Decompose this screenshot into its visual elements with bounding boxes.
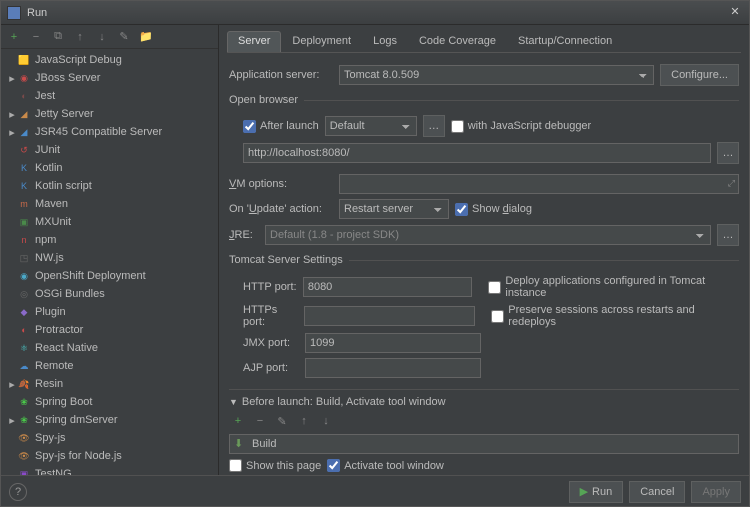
expand-icon[interactable]: ⤢	[728, 178, 735, 189]
tomcat-settings-legend: Tomcat Server Settings	[229, 254, 349, 266]
http-port-label: HTTP port:	[229, 281, 297, 293]
bl-down-button[interactable]: ↓	[317, 412, 335, 430]
copy-button[interactable]: ⧉	[49, 28, 67, 46]
window-title: Run	[27, 7, 727, 19]
sidebar: + − ⧉ ↑ ↓ ✎ 📁 🟨JavaScript Debug▸◉JBoss S…	[1, 25, 219, 475]
tree-node[interactable]: ↺JUnit	[1, 141, 218, 159]
tabs: ServerDeploymentLogsCode CoverageStartup…	[227, 31, 741, 53]
after-launch-check[interactable]: After launch	[243, 120, 319, 133]
main-panel: ServerDeploymentLogsCode CoverageStartup…	[219, 25, 749, 475]
browser-more-button[interactable]: …	[423, 115, 445, 137]
tree-node[interactable]: 👁Spy-js for Node.js	[1, 447, 218, 465]
before-launch-header[interactable]: ▼Before launch: Build, Activate tool win…	[229, 396, 739, 408]
ajp-port-label: AJP port:	[229, 362, 299, 374]
app-icon	[7, 6, 21, 20]
app-server-label: Application server:	[229, 69, 333, 81]
tree-node[interactable]: 👁Spy-js	[1, 429, 218, 447]
on-update-select[interactable]: Restart server	[339, 199, 449, 219]
url-input[interactable]	[243, 143, 711, 163]
down-button[interactable]: ↓	[93, 28, 111, 46]
tab-server[interactable]: Server	[227, 31, 281, 52]
bl-remove-button[interactable]: −	[251, 412, 269, 430]
tree-node[interactable]: ▸🍂Resin	[1, 375, 218, 393]
tree-node[interactable]: ▸◢JSR45 Compatible Server	[1, 123, 218, 141]
before-launch-item[interactable]: ⬇ Build	[229, 434, 739, 454]
on-update-label: On 'Update' action:	[229, 203, 333, 215]
https-port-input[interactable]	[304, 306, 476, 326]
config-tree[interactable]: 🟨JavaScript Debug▸◉JBoss Server◐Jest▸◢Je…	[1, 49, 218, 475]
tree-node[interactable]: ▣TestNG	[1, 465, 218, 475]
tree-node[interactable]: ▸❀Spring dmServer	[1, 411, 218, 429]
jmx-port-input[interactable]	[305, 333, 481, 353]
tree-node[interactable]: ◆Plugin	[1, 303, 218, 321]
tree-node[interactable]: ▸◢Jetty Server	[1, 105, 218, 123]
tab-deployment[interactable]: Deployment	[281, 31, 362, 52]
browser-select[interactable]: Default	[325, 116, 417, 136]
tree-node[interactable]: ◐Jest	[1, 87, 218, 105]
tab-startup-connection[interactable]: Startup/Connection	[507, 31, 623, 52]
tree-node[interactable]: nnpm	[1, 231, 218, 249]
url-more-button[interactable]: …	[717, 142, 739, 164]
tree-node[interactable]: ◎OSGi Bundles	[1, 285, 218, 303]
vm-options-label: VM options:	[229, 178, 333, 190]
help-button[interactable]: ?	[9, 483, 27, 501]
tree-node[interactable]: ▣MXUnit	[1, 213, 218, 231]
play-icon: ▶	[580, 485, 588, 498]
activate-tool-check[interactable]: Activate tool window	[327, 459, 444, 472]
tree-node[interactable]: ☁Remote	[1, 357, 218, 375]
titlebar: Run ✕	[1, 1, 749, 25]
close-icon[interactable]: ✕	[727, 5, 743, 21]
show-page-check[interactable]: Show this page	[229, 459, 321, 472]
tree-node[interactable]: ▸◉JBoss Server	[1, 69, 218, 87]
tree-node[interactable]: mMaven	[1, 195, 218, 213]
jre-more-button[interactable]: …	[717, 224, 739, 246]
app-server-select[interactable]: Tomcat 8.0.509	[339, 65, 654, 85]
tree-node[interactable]: ⚛React Native	[1, 339, 218, 357]
edit-button[interactable]: ✎	[115, 28, 133, 46]
tree-node[interactable]: ◐Protractor	[1, 321, 218, 339]
tomcat-settings-group: Tomcat Server Settings HTTP port: Deploy…	[229, 254, 739, 383]
add-button[interactable]: +	[5, 28, 23, 46]
jre-select[interactable]: Default (1.8 - project SDK)	[265, 225, 711, 245]
ajp-port-input[interactable]	[305, 358, 481, 378]
server-form: Application server: Tomcat 8.0.509 Confi…	[227, 53, 741, 475]
js-debugger-check[interactable]: with JavaScript debugger	[451, 120, 592, 133]
open-browser-group: Open browser After launch Default … with…	[229, 94, 739, 169]
tree-node[interactable]: ◳NW.js	[1, 249, 218, 267]
tab-code-coverage[interactable]: Code Coverage	[408, 31, 507, 52]
vm-options-input[interactable]	[339, 174, 739, 194]
tree-node[interactable]: ◉OpenShift Deployment	[1, 267, 218, 285]
footer: ? ▶Run Cancel Apply	[1, 475, 749, 507]
build-icon: ⬇	[234, 437, 248, 451]
deploy-cfg-check[interactable]: Deploy applications configured in Tomcat…	[488, 275, 739, 299]
before-launch-toolbar: + − ✎ ↑ ↓	[229, 410, 739, 432]
jmx-port-label: JMX port:	[229, 337, 299, 349]
tree-node[interactable]: KKotlin script	[1, 177, 218, 195]
remove-button[interactable]: −	[27, 28, 45, 46]
tree-node[interactable]: 🟨JavaScript Debug	[1, 51, 218, 69]
tree-node[interactable]: KKotlin	[1, 159, 218, 177]
sidebar-toolbar: + − ⧉ ↑ ↓ ✎ 📁	[1, 25, 218, 49]
bl-edit-button[interactable]: ✎	[273, 412, 291, 430]
open-browser-legend: Open browser	[229, 94, 304, 106]
folder-button[interactable]: 📁	[137, 28, 155, 46]
https-port-label: HTTPs port:	[229, 304, 298, 328]
jre-label: JRE:	[229, 229, 259, 241]
apply-button[interactable]: Apply	[691, 481, 741, 503]
cancel-button[interactable]: Cancel	[629, 481, 685, 503]
bl-add-button[interactable]: +	[229, 412, 247, 430]
bl-up-button[interactable]: ↑	[295, 412, 313, 430]
show-dialog-check[interactable]: Show dialog	[455, 203, 532, 216]
collapse-icon: ▼	[229, 397, 238, 407]
tree-node[interactable]: ❀Spring Boot	[1, 393, 218, 411]
configure-button[interactable]: Configure...	[660, 64, 739, 86]
run-button[interactable]: ▶Run	[569, 481, 624, 503]
http-port-input[interactable]	[303, 277, 473, 297]
up-button[interactable]: ↑	[71, 28, 89, 46]
tab-logs[interactable]: Logs	[362, 31, 408, 52]
preserve-check[interactable]: Preserve sessions across restarts and re…	[491, 304, 739, 328]
